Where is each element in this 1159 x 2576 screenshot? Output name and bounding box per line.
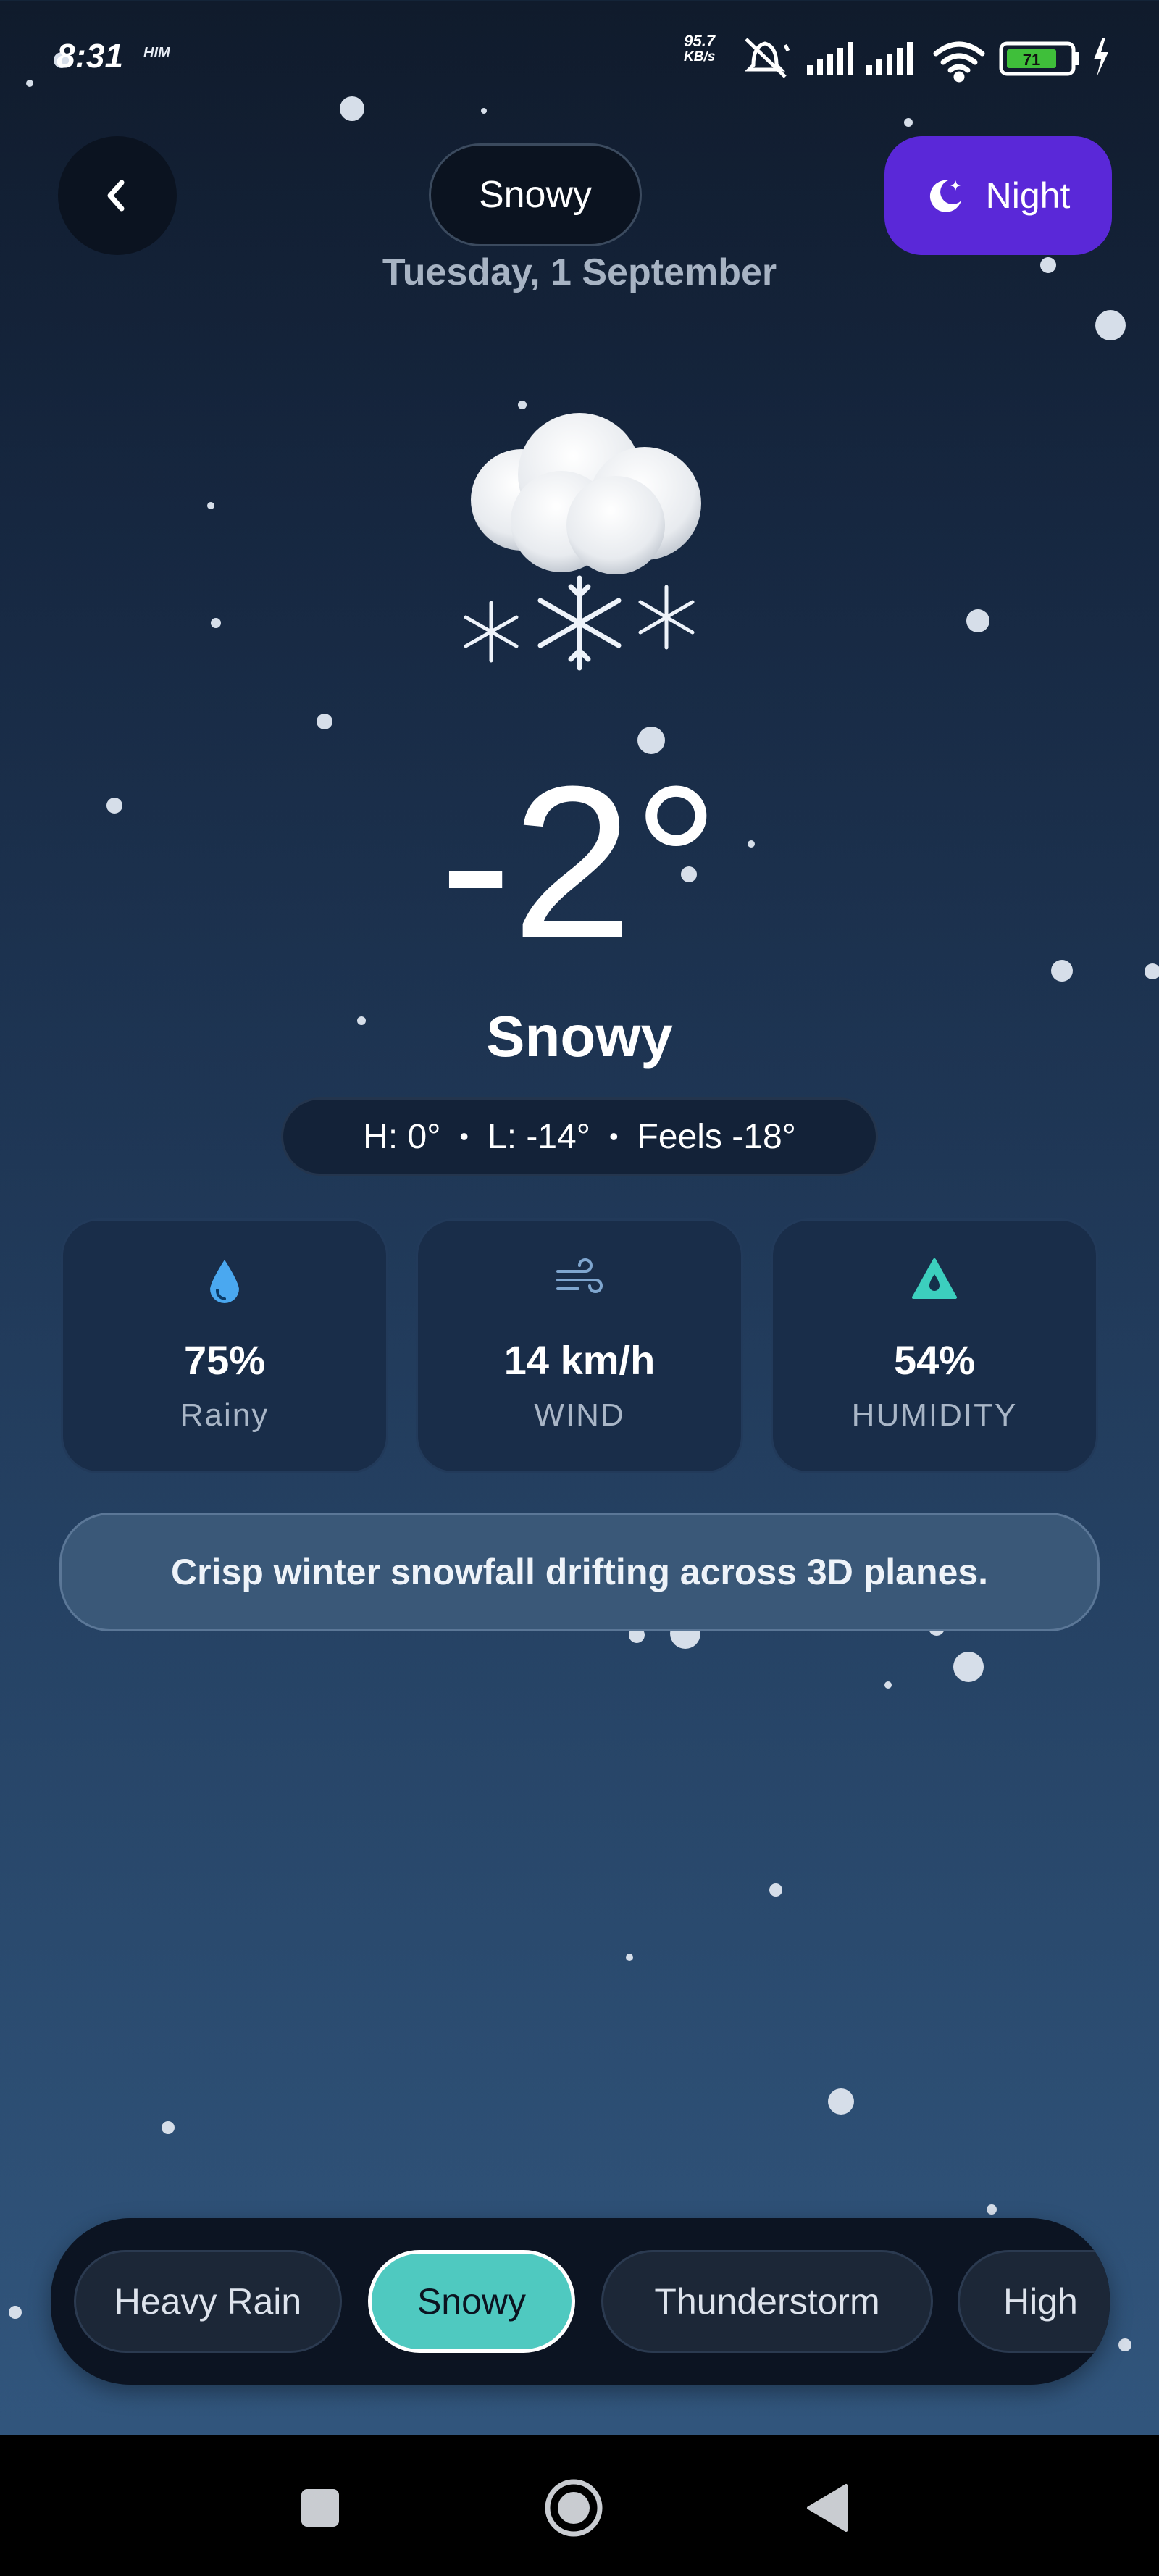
status-carrier: HIM xyxy=(143,45,170,61)
status-bar: 8:31 HIM 95.7 KB/s 71 xyxy=(0,0,1159,109)
charging-icon xyxy=(1094,38,1108,77)
signal-icon xyxy=(807,42,853,75)
chip-heavy-rain[interactable]: Heavy Rain xyxy=(74,2250,342,2353)
back-button[interactable] xyxy=(58,136,177,255)
night-mode-label: Night xyxy=(985,175,1071,216)
weather-chip-bar[interactable]: Heavy Rain Snowy Thunderstorm High xyxy=(51,2218,1110,2385)
circle-icon xyxy=(545,2479,603,2537)
stat-value: 14 km/h xyxy=(503,1337,656,1383)
battery-level: 71 xyxy=(1023,51,1040,69)
stat-value: 75% xyxy=(183,1337,266,1383)
network-speed: 95.7 KB/s xyxy=(684,33,715,65)
cloud-snow-icon xyxy=(464,413,701,671)
status-time: 8:31 xyxy=(57,37,124,75)
wifi-icon xyxy=(933,41,985,83)
chevron-left-icon xyxy=(107,180,125,212)
network-speed-unit: KB/s xyxy=(684,49,716,64)
mute-icon xyxy=(744,38,790,78)
signal-icon xyxy=(866,42,913,75)
weather-description: Crisp winter snowfall drifting across 3D… xyxy=(59,1513,1100,1631)
moon-icon xyxy=(929,180,961,212)
feels-like: Feels -18° xyxy=(637,1117,796,1156)
date-label: Tuesday, 1 September xyxy=(382,251,777,293)
stat-label: Rainy xyxy=(180,1397,269,1433)
chip-thunderstorm[interactable]: Thunderstorm xyxy=(601,2250,933,2353)
temperature-value: -2° xyxy=(439,740,720,984)
page-title: Snowy xyxy=(429,143,642,246)
separator: • xyxy=(459,1121,469,1151)
condition-label: Snowy xyxy=(486,1004,673,1069)
night-mode-button[interactable]: Night xyxy=(884,136,1112,255)
back-nav-button[interactable] xyxy=(791,2472,863,2544)
network-speed-value: 95.7 xyxy=(684,32,716,50)
status-icons: 71 xyxy=(744,38,1108,83)
high-low-feels: H: 0° • L: -14° • Feels -18° xyxy=(281,1097,878,1176)
humidity-icon xyxy=(912,1258,957,1299)
separator: • xyxy=(608,1121,619,1151)
stat-label: HUMIDITY xyxy=(851,1397,1018,1433)
stat-value: 54% xyxy=(893,1337,976,1383)
high-temp: H: 0° xyxy=(363,1117,441,1156)
stat-card-rain: 75% Rainy xyxy=(61,1218,388,1473)
cloud-shape xyxy=(471,413,701,574)
droplet-icon xyxy=(210,1260,239,1303)
home-button[interactable] xyxy=(537,2472,610,2544)
battery-icon: 71 xyxy=(999,41,1079,76)
stat-label: WIND xyxy=(534,1397,625,1433)
square-icon xyxy=(301,2489,339,2527)
chip-snowy[interactable]: Snowy xyxy=(368,2250,575,2353)
stat-card-wind: 14 km/h WIND xyxy=(416,1218,743,1473)
low-temp: L: -14° xyxy=(488,1117,590,1156)
chip-high[interactable]: High xyxy=(958,2250,1110,2353)
recents-button[interactable] xyxy=(284,2472,356,2544)
wind-icon xyxy=(556,1258,603,1293)
triangle-back-icon xyxy=(807,2484,848,2532)
system-nav-bar xyxy=(0,2435,1159,2576)
stat-card-humidity: 54% HUMIDITY xyxy=(771,1218,1098,1473)
snowflake-icons xyxy=(464,575,695,671)
